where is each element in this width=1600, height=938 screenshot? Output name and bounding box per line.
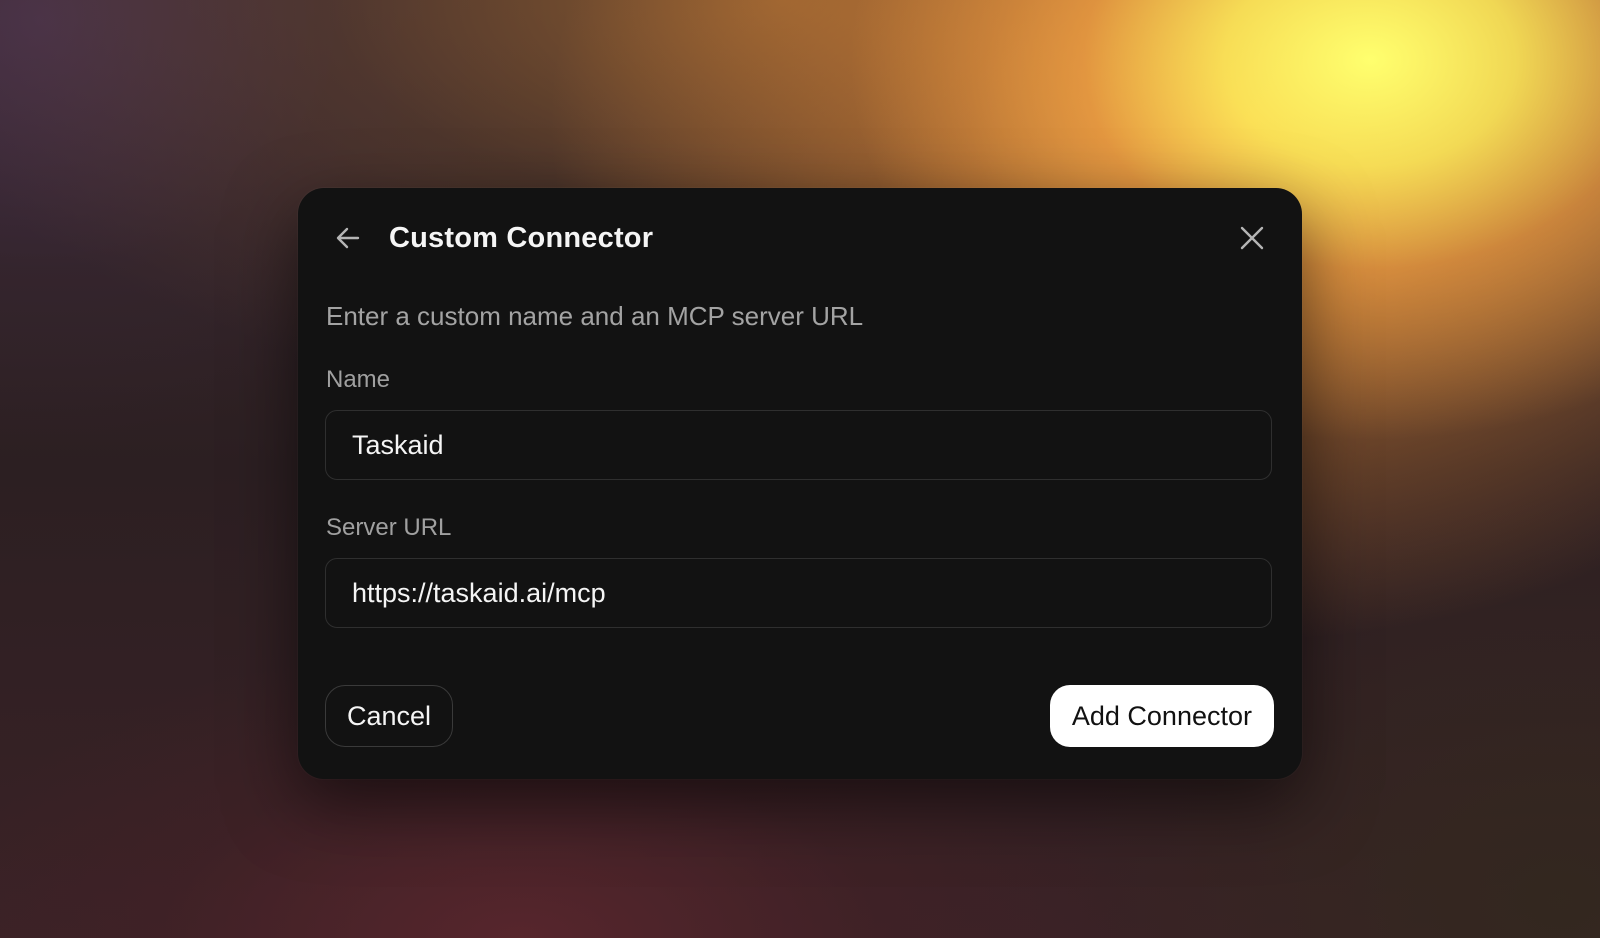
add-connector-button[interactable]: Add Connector bbox=[1049, 685, 1274, 747]
name-input[interactable] bbox=[325, 410, 1272, 480]
close-button[interactable] bbox=[1232, 218, 1272, 258]
name-field-label: Name bbox=[326, 366, 391, 393]
server-url-field-label: Server URL bbox=[326, 514, 452, 541]
dialog-header: Custom Connector bbox=[298, 188, 1302, 288]
close-icon bbox=[1240, 226, 1264, 250]
server-url-input[interactable] bbox=[325, 558, 1272, 628]
back-button[interactable] bbox=[328, 218, 368, 258]
custom-connector-dialog: Custom Connector Enter a custom name and… bbox=[298, 188, 1302, 779]
dialog-subtitle: Enter a custom name and an MCP server UR… bbox=[326, 301, 864, 331]
dialog-title: Custom Connector bbox=[389, 222, 654, 254]
arrow-left-icon bbox=[336, 227, 360, 249]
cancel-button[interactable]: Cancel bbox=[325, 685, 454, 747]
